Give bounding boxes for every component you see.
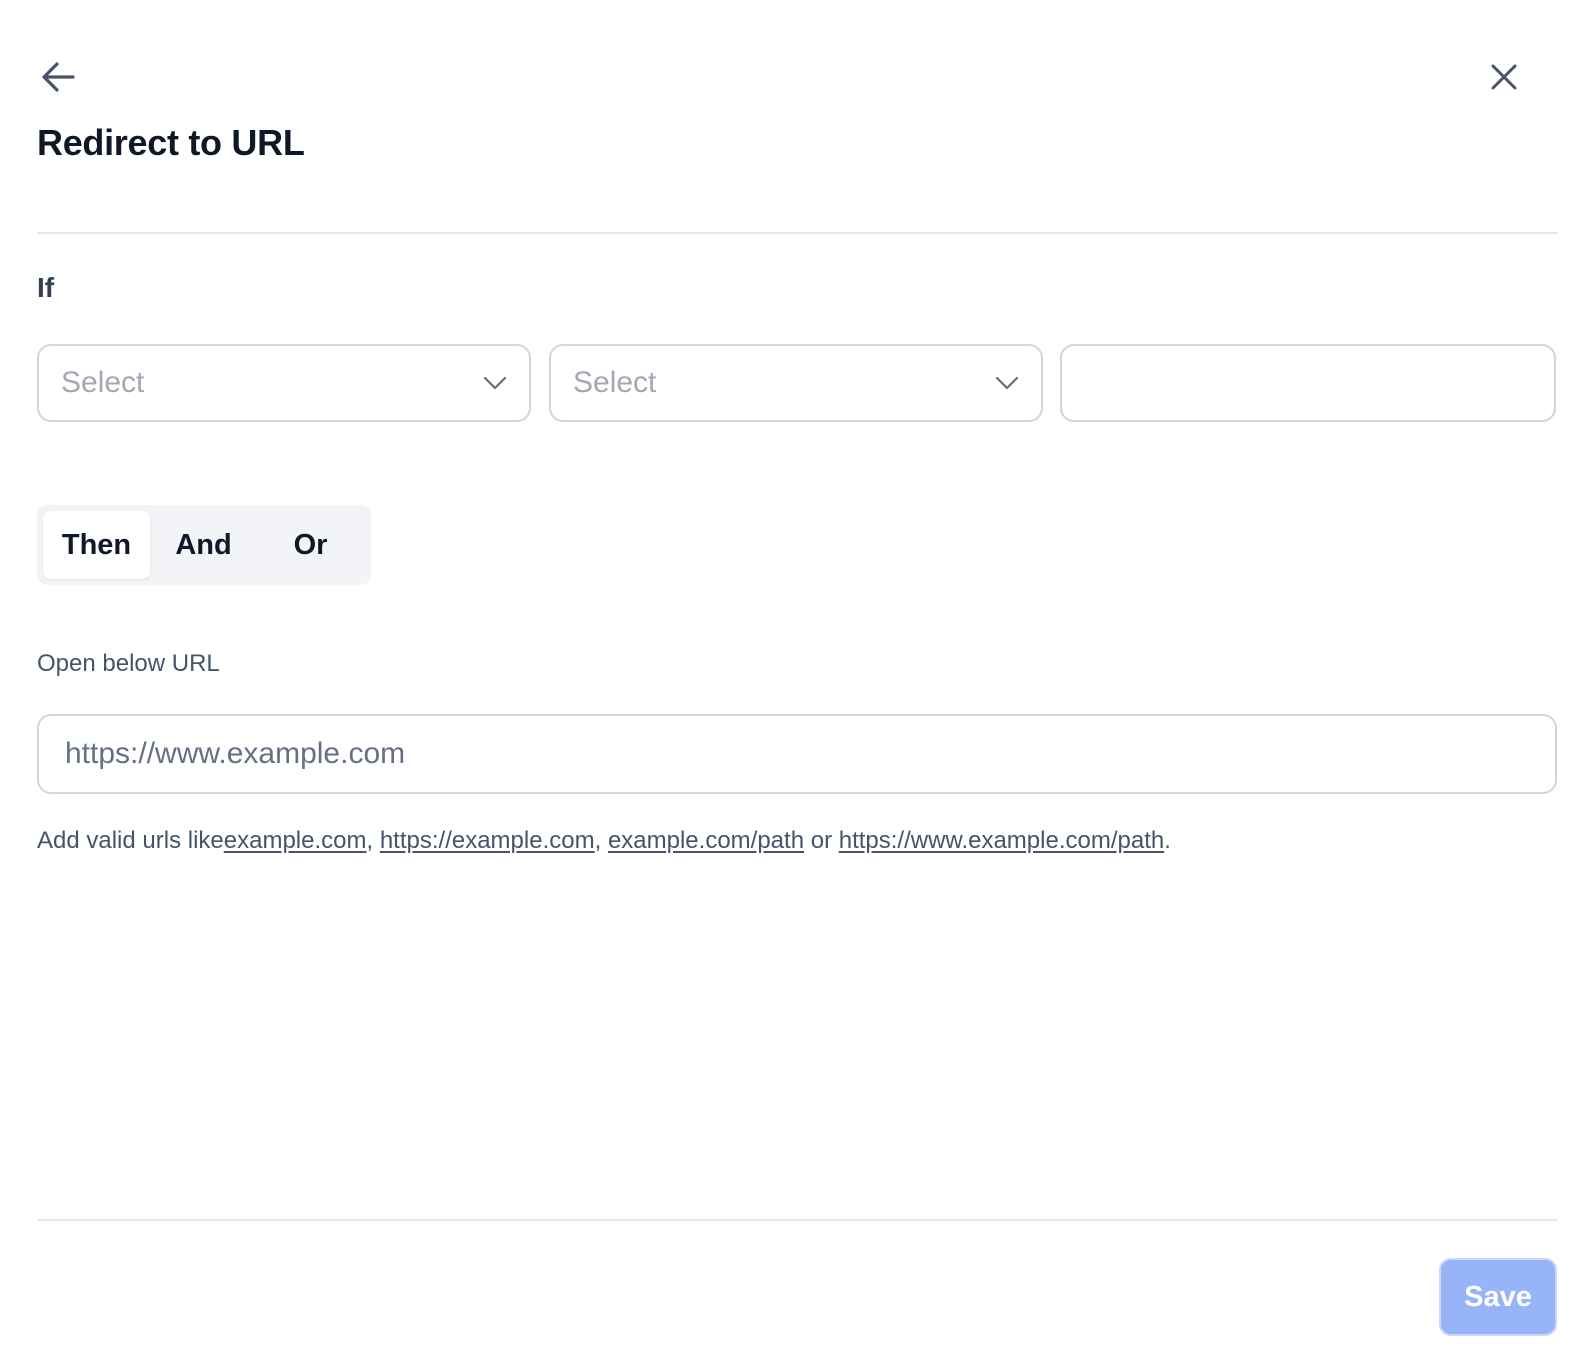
chevron-down-icon bbox=[481, 369, 509, 397]
url-field-label: Open below URL bbox=[37, 650, 220, 677]
footer-divider bbox=[37, 1219, 1557, 1221]
url-hint-separator: or bbox=[804, 827, 839, 854]
condition-value-field[interactable] bbox=[1060, 344, 1556, 422]
url-hint-text: Add valid urls likeexample.com, https://… bbox=[37, 827, 1171, 855]
url-hint-suffix: . bbox=[1164, 827, 1171, 854]
condition-value-input[interactable] bbox=[1062, 346, 1554, 420]
connector-option-or[interactable]: Or bbox=[257, 511, 364, 579]
connector-option-then[interactable]: Then bbox=[43, 511, 150, 579]
header-divider bbox=[37, 232, 1557, 234]
url-hint-separator: , bbox=[366, 827, 380, 854]
page-title: Redirect to URL bbox=[37, 122, 305, 163]
back-button[interactable] bbox=[37, 55, 81, 99]
close-button[interactable] bbox=[1482, 55, 1526, 99]
example-link-full[interactable]: https://www.example.com/path bbox=[839, 827, 1164, 854]
save-button[interactable]: Save bbox=[1439, 1258, 1557, 1336]
chevron-down-icon bbox=[993, 369, 1021, 397]
example-link-path[interactable]: example.com/path bbox=[608, 827, 804, 854]
condition-operator-placeholder: Select bbox=[573, 366, 657, 399]
condition-operator-select[interactable]: Select bbox=[549, 344, 1043, 422]
redirect-url-field[interactable] bbox=[37, 714, 1557, 794]
example-link-https[interactable]: https://example.com bbox=[380, 827, 595, 854]
arrow-left-icon bbox=[42, 62, 75, 92]
if-label: If bbox=[37, 272, 55, 303]
connector-toggle: Then And Or bbox=[37, 505, 371, 585]
url-hint-prefix: Add valid urls like bbox=[37, 827, 224, 854]
condition-field-placeholder: Select bbox=[61, 366, 145, 399]
example-link-domain[interactable]: example.com bbox=[224, 827, 367, 854]
condition-field-select[interactable]: Select bbox=[37, 344, 531, 422]
close-icon bbox=[1491, 64, 1517, 90]
connector-option-and[interactable]: And bbox=[150, 511, 257, 579]
redirect-url-input[interactable] bbox=[39, 716, 1555, 792]
url-hint-separator: , bbox=[594, 827, 608, 854]
